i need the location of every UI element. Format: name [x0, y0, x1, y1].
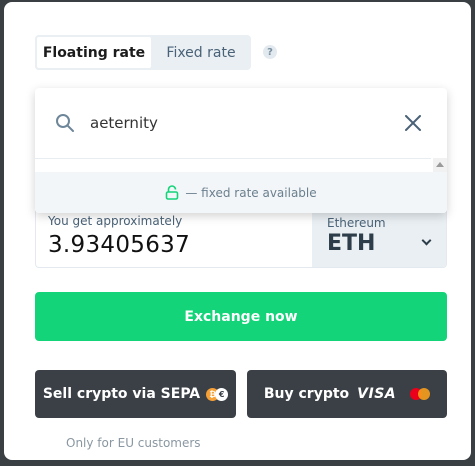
visa-logo: VISA: [357, 386, 397, 402]
fixed-rate-note: — fixed rate available: [185, 185, 317, 200]
rate-tabs: Floating rate Fixed rate: [35, 35, 251, 70]
mastercard-icon: [410, 388, 431, 400]
sell-crypto-label: Sell crypto via SEPA: [42, 386, 201, 402]
exchange-now-button[interactable]: Exchange now: [35, 292, 447, 341]
currency-select[interactable]: Ethereum ETH: [312, 208, 446, 267]
tab-fixed-rate[interactable]: Fixed rate: [153, 35, 249, 70]
search-row: [35, 88, 447, 158]
currency-name: Ethereum: [327, 216, 386, 230]
currency-search-dropdown: — fixed rate available: [35, 88, 447, 213]
sell-crypto-sepa-button[interactable]: Sell crypto via SEPA ₿ €: [35, 370, 236, 418]
scroll-up-arrow-icon[interactable]: [436, 162, 444, 167]
close-icon[interactable]: [405, 115, 421, 131]
lock-icon: [166, 185, 179, 200]
receive-panel: You get approximately 3.93405637 Ethereu…: [35, 207, 447, 268]
buy-crypto-button[interactable]: Buy crypto VISA: [247, 370, 447, 418]
receive-label: You get approximately: [48, 214, 183, 228]
exchange-widget: Floating rate Fixed rate ? You get appro…: [4, 2, 471, 460]
help-icon[interactable]: ?: [263, 45, 277, 59]
eu-customers-note: Only for EU customers: [66, 436, 201, 450]
currency-code: ETH: [327, 231, 376, 256]
chevron-down-icon: [421, 235, 432, 246]
buy-crypto-label: Buy crypto: [263, 386, 350, 402]
tab-floating-rate[interactable]: Floating rate: [35, 35, 153, 70]
fixed-rate-info: — fixed rate available: [35, 172, 447, 213]
search-input[interactable]: [90, 112, 390, 134]
receive-amount: 3.93405637: [48, 232, 191, 258]
scrollbar[interactable]: [433, 158, 447, 172]
bitcoin-euro-icon: ₿ €: [206, 387, 229, 401]
divider: [35, 158, 431, 159]
search-icon: [56, 114, 74, 132]
